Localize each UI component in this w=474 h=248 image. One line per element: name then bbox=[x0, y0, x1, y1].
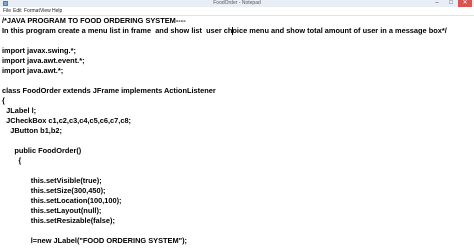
code-line-11: JCheckBox c1,c2,c3,c4,c5,c6,c7,c8; bbox=[2, 116, 132, 125]
menu-format[interactable]: Format bbox=[24, 7, 40, 15]
menu-view[interactable]: View bbox=[40, 7, 51, 15]
code-line-23: l=new JLabel("FOOD ORDERING SYSTEM"); bbox=[2, 236, 188, 245]
code-line-18: this.setSize(300,450); bbox=[2, 186, 106, 195]
code-line-14: public FoodOrder() bbox=[2, 146, 82, 155]
code-line-4: import javax.swing.*; bbox=[2, 46, 76, 55]
code-line-20: this.setLayout(null); bbox=[2, 206, 102, 215]
menu-bar: File Edit Format View Help bbox=[0, 7, 474, 16]
code-line-15: { bbox=[2, 156, 22, 165]
text-caret bbox=[232, 27, 233, 35]
menu-help[interactable]: Help bbox=[52, 7, 62, 15]
code-line-21: this.setResizable(false); bbox=[2, 216, 115, 225]
code-line-19: this.setLocation(100,100); bbox=[2, 196, 122, 205]
code-line-2: In this program create a menu list in fr… bbox=[2, 26, 447, 35]
window-controls: – □ ✕ bbox=[430, 0, 472, 7]
code-line-1: /*JAVA PROGRAM TO FOOD ORDERING SYSTEM--… bbox=[2, 16, 186, 25]
code-line-10: JLabel l; bbox=[2, 106, 37, 115]
maximize-button[interactable]: □ bbox=[444, 0, 458, 7]
minimize-button[interactable]: – bbox=[430, 0, 444, 7]
menu-edit[interactable]: Edit bbox=[13, 7, 22, 15]
code-line-9: { bbox=[2, 96, 5, 105]
code-line-12: JButton b1,b2; bbox=[2, 126, 62, 135]
code-line-6: import java.awt.*; bbox=[2, 66, 64, 75]
code-line-5: import java.awt.event.*; bbox=[2, 56, 85, 65]
code-line-17: this.setVisible(true); bbox=[2, 176, 102, 185]
menu-file[interactable]: File bbox=[3, 7, 11, 15]
text-editor-area[interactable]: /*JAVA PROGRAM TO FOOD ORDERING SYSTEM--… bbox=[0, 16, 474, 248]
close-button[interactable]: ✕ bbox=[458, 0, 472, 7]
window-title: FoodOrder - Notepad bbox=[213, 0, 261, 6]
code-line-8: class FoodOrder extends JFrame implement… bbox=[2, 86, 216, 95]
